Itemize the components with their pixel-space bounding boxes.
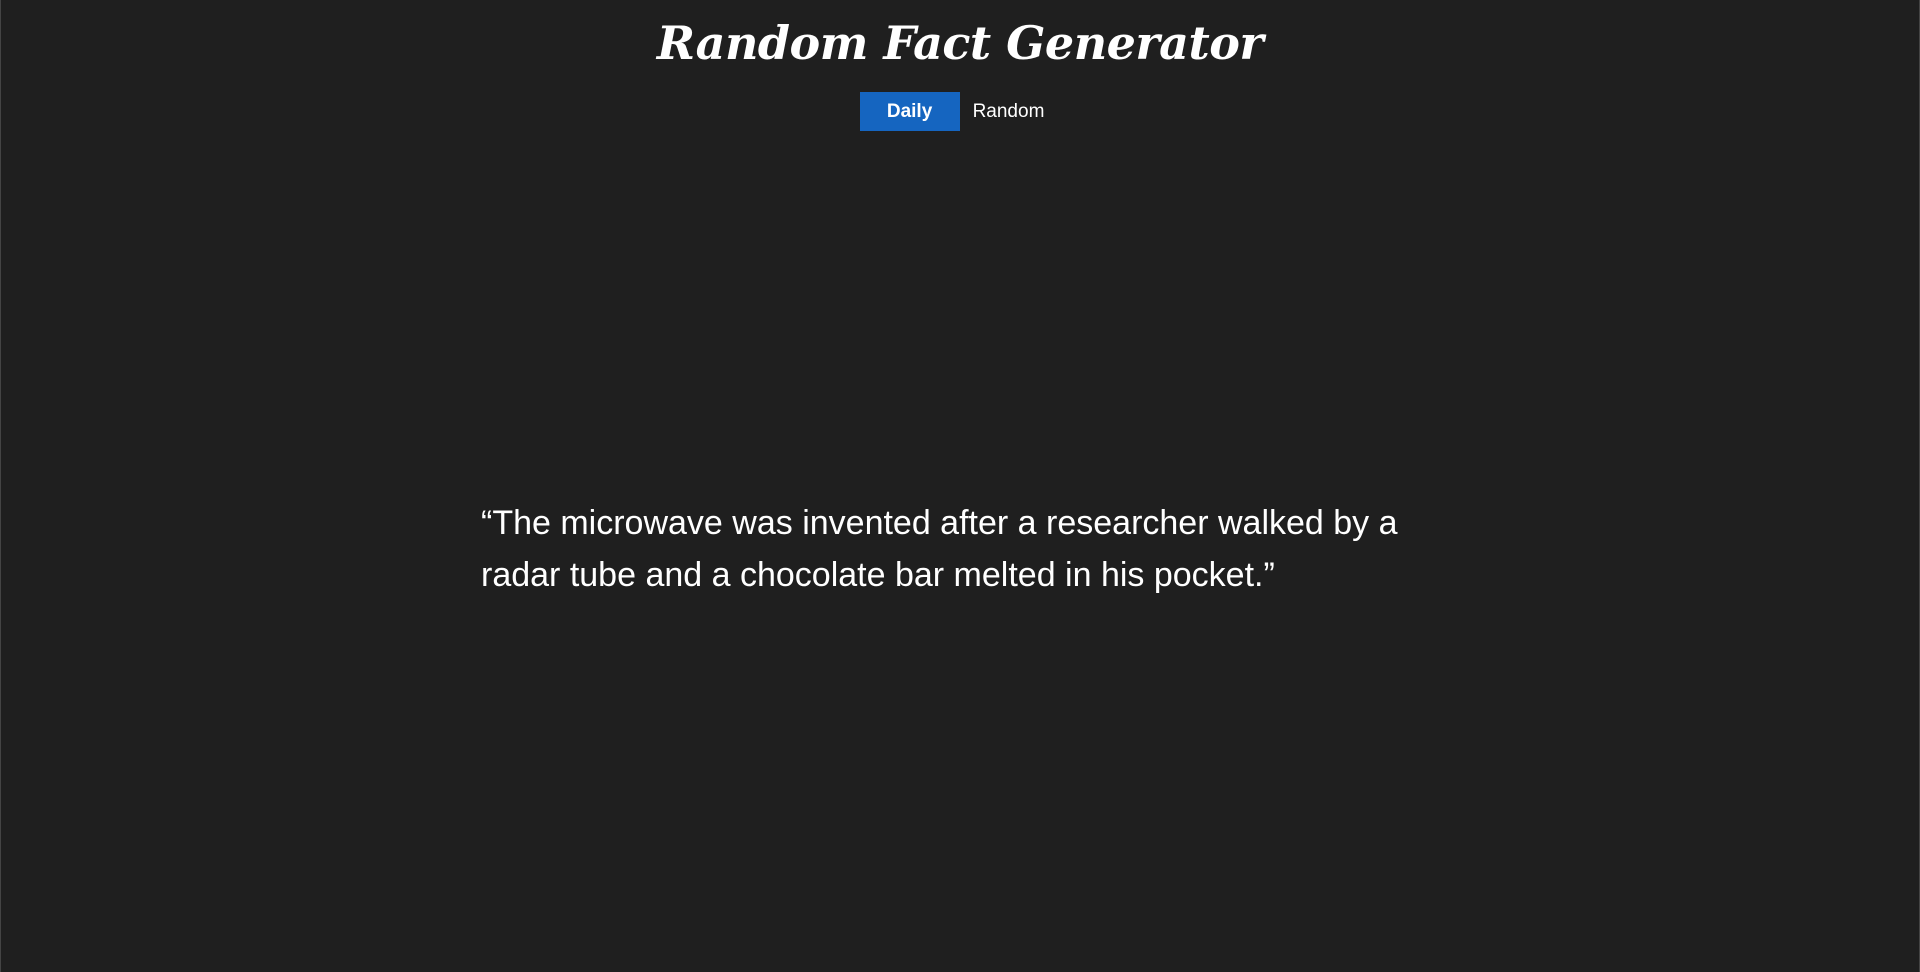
fact-text: “The microwave was invented after a rese…: [481, 504, 1398, 594]
tab-random[interactable]: Random: [960, 92, 1058, 131]
tab-daily[interactable]: Daily: [859, 92, 960, 131]
tab-bar: Daily Random: [1, 92, 1919, 131]
app-title: Random Fact Generator: [656, 16, 1264, 70]
